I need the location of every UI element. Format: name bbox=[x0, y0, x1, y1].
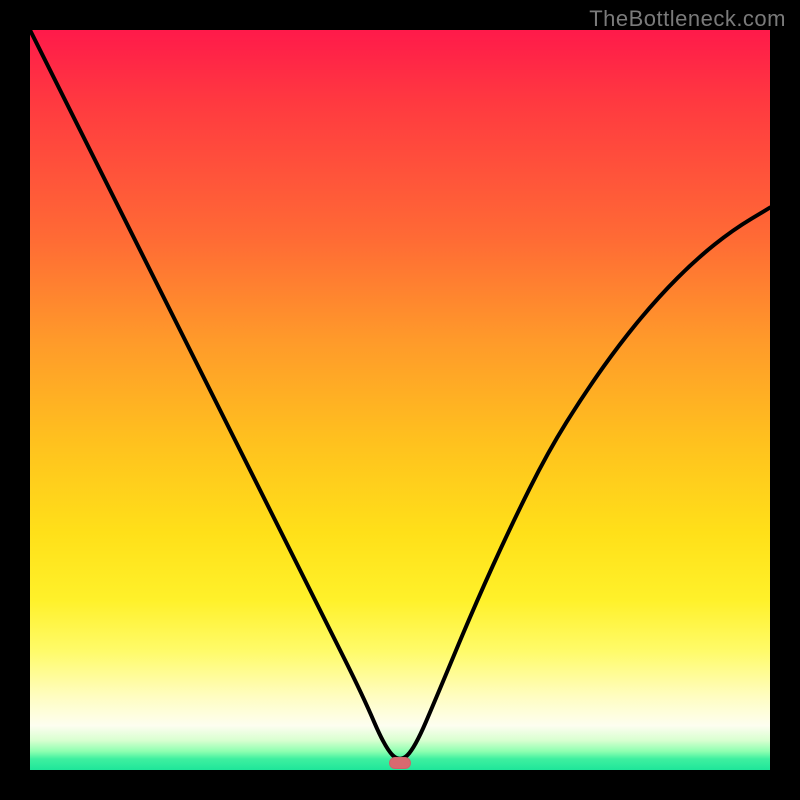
bottleneck-curve-path bbox=[30, 30, 770, 759]
watermark-text: TheBottleneck.com bbox=[589, 6, 786, 32]
plot-area bbox=[30, 30, 770, 770]
curve-svg bbox=[30, 30, 770, 770]
chart-frame: TheBottleneck.com bbox=[0, 0, 800, 800]
minimum-marker bbox=[389, 757, 411, 769]
